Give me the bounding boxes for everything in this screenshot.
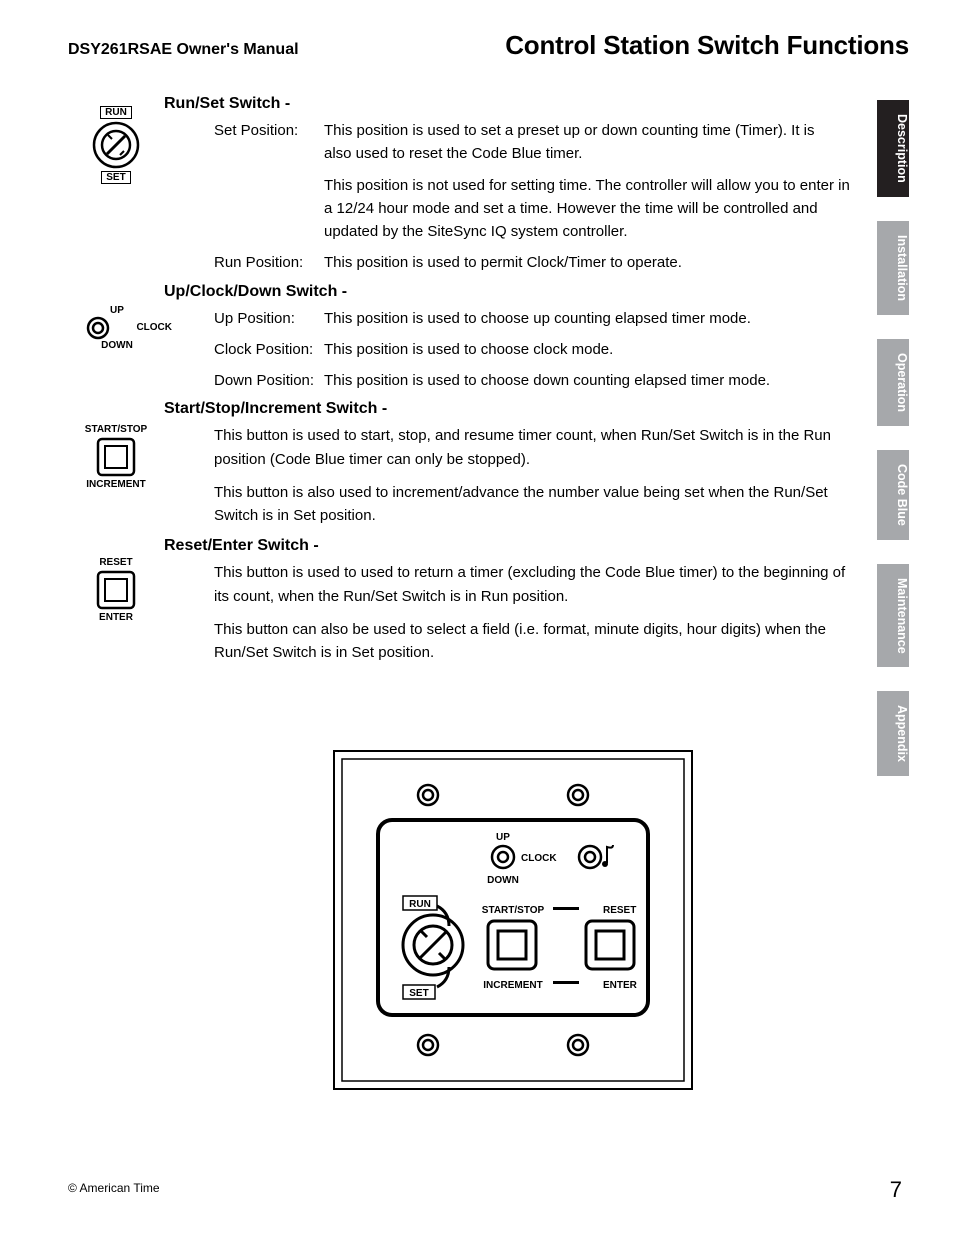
startstop-heading: Start/Stop/Increment Switch - — [164, 400, 868, 418]
svg-text:RESET: RESET — [603, 905, 636, 916]
tab-code-blue[interactable]: Code Blue — [877, 450, 909, 540]
startstop-para-1: This button is used to start, stop, and … — [214, 424, 854, 471]
svg-text:DOWN: DOWN — [487, 875, 519, 886]
reset-illustration: RESET ENTER — [68, 557, 164, 623]
desc-set-position: This position is used to set a preset up… — [324, 119, 834, 166]
table-row: Run Position: This position is used to p… — [214, 251, 868, 274]
table-row: This position is not used for setting ti… — [214, 174, 868, 244]
startstop-top-label: START/STOP — [68, 424, 164, 435]
reset-bottom-label: ENTER — [68, 612, 164, 623]
pushbutton-icon — [94, 435, 138, 479]
desc-set-position-2: This position is not used for setting ti… — [324, 174, 854, 244]
section-startstop: START/STOP INCREMENT Start/Stop/Incremen… — [68, 400, 868, 527]
term-set-position: Set Position: — [214, 119, 324, 166]
table-row: Clock Position: This position is used to… — [214, 338, 868, 361]
runset-heading: Run/Set Switch - — [164, 95, 868, 113]
desc-clock-position: This position is used to choose clock mo… — [324, 338, 868, 361]
reset-para-2: This button can also be used to select a… — [214, 618, 854, 665]
page-number: 7 — [890, 1177, 902, 1203]
reset-para-1: This button is used to used to return a … — [214, 561, 854, 608]
startstop-para-2: This button is also used to increment/ad… — [214, 481, 854, 528]
section-runset: RUN SET Run/Set Switch - Set Position: T… — [68, 95, 868, 275]
table-row: Down Position: This position is used to … — [214, 369, 868, 392]
tab-appendix[interactable]: Appendix — [877, 691, 909, 776]
desc-run-position: This position is used to permit Clock/Ti… — [324, 251, 868, 274]
updown-heading: Up/Clock/Down Switch - — [164, 283, 868, 301]
svg-text:START/STOP: START/STOP — [482, 905, 545, 916]
tab-operation[interactable]: Operation — [877, 339, 909, 426]
footer-copyright: © American Time — [68, 1181, 160, 1195]
term-run-position: Run Position: — [214, 251, 324, 274]
updown-down-label: DOWN — [62, 340, 172, 351]
table-row: Set Position: This position is used to s… — [214, 119, 868, 166]
svg-text:RUN: RUN — [409, 899, 431, 910]
section-reset: RESET ENTER Reset/Enter Switch - This bu… — [68, 537, 868, 664]
tab-maintenance[interactable]: Maintenance — [877, 564, 909, 668]
term-clock-position: Clock Position: — [214, 338, 324, 361]
tab-description[interactable]: Description — [877, 100, 909, 197]
updown-illustration: UP CLOCK DOWN — [62, 305, 172, 351]
manual-title: DSY261RSAE Owner's Manual — [68, 41, 299, 59]
desc-up-position: This position is used to choose up count… — [324, 307, 868, 330]
tab-installation[interactable]: Installation — [877, 221, 909, 315]
section-updown: UP CLOCK DOWN Up/Clock/Down Switch - Up … — [68, 283, 868, 393]
table-row: Up Position: This position is used to ch… — [214, 307, 868, 330]
startstop-illustration: START/STOP INCREMENT — [68, 424, 164, 490]
rotary-small-icon — [86, 316, 110, 340]
svg-text:INCREMENT: INCREMENT — [483, 980, 542, 991]
page-title: Control Station Switch Functions — [505, 30, 909, 61]
updown-up-label: UP — [62, 305, 172, 316]
desc-down-position: This position is used to choose down cou… — [324, 369, 868, 392]
rotary-knob-icon — [91, 120, 141, 170]
svg-text:CLOCK: CLOCK — [521, 853, 557, 864]
control-panel-diagram: UP CLOCK DOWN RUN — [328, 745, 698, 1095]
svg-text:ENTER: ENTER — [603, 980, 638, 991]
startstop-bottom-label: INCREMENT — [68, 479, 164, 490]
section-tabs: Description Installation Operation Code … — [877, 100, 909, 776]
updown-clock-label: CLOCK — [136, 322, 172, 333]
reset-top-label: RESET — [68, 557, 164, 568]
reset-heading: Reset/Enter Switch - — [164, 537, 868, 555]
term-down-position: Down Position: — [214, 369, 324, 392]
pushbutton-icon — [94, 568, 138, 612]
runset-set-label: SET — [101, 171, 130, 184]
term-up-position: Up Position: — [214, 307, 324, 330]
svg-text:SET: SET — [409, 988, 428, 999]
svg-text:UP: UP — [496, 832, 510, 843]
runset-run-label: RUN — [100, 106, 132, 119]
runset-illustration: RUN SET — [68, 105, 164, 185]
